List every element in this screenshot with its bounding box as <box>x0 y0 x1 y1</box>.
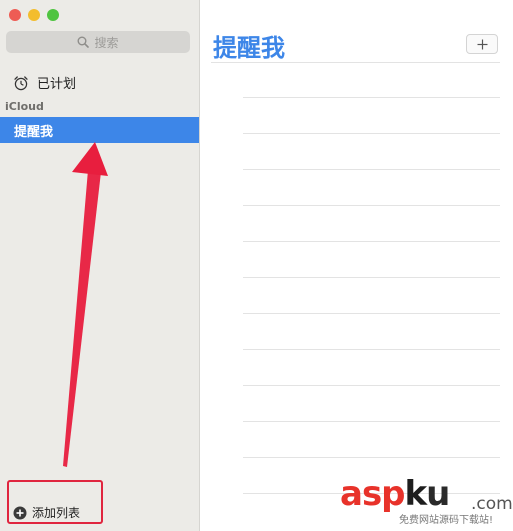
add-list-button[interactable]: 添加列表 <box>13 504 80 521</box>
main-panel: 提醒我 <box>200 0 513 531</box>
zoom-window-button[interactable] <box>47 9 59 21</box>
add-list-highlight-box: 添加列表 <box>7 480 103 524</box>
reminders-window: 搜索 已计划 iCloud 提醒我 添加列表 提醒我 aspku .com 免费… <box>0 0 513 531</box>
section-header-icloud: iCloud <box>5 100 44 113</box>
reminder-row-separator <box>243 457 500 458</box>
sidebar-item-scheduled[interactable]: 已计划 <box>13 73 76 92</box>
list-title: 提醒我 <box>213 34 285 62</box>
alarm-clock-icon <box>13 75 29 91</box>
sidebar-item-reminders[interactable]: 提醒我 <box>0 117 199 143</box>
aspku-watermark-logo: aspku .com 免费网站源码下载站! <box>340 474 513 531</box>
watermark-tagline: 免费网站源码下载站! <box>399 515 494 526</box>
search-icon <box>77 36 90 48</box>
sidebar-item-label: 已计划 <box>37 77 77 92</box>
add-reminder-button[interactable] <box>466 34 498 54</box>
reminder-row-separator <box>243 97 500 98</box>
reminder-row-separator <box>243 133 500 134</box>
reminder-row-separator <box>243 169 500 170</box>
plus-icon <box>477 39 488 50</box>
reminder-row-separator <box>243 385 500 386</box>
watermark-brand: aspku <box>340 474 450 514</box>
reminder-row-separator <box>243 205 500 206</box>
sidebar-item-label: 提醒我 <box>14 124 54 140</box>
watermark-dotcom: .com <box>471 494 513 514</box>
plus-circle-icon <box>13 506 27 520</box>
reminder-row-separator <box>243 277 500 278</box>
add-list-label: 添加列表 <box>32 506 81 520</box>
close-window-button[interactable] <box>9 9 21 21</box>
sidebar: 搜索 已计划 iCloud 提醒我 添加列表 <box>0 0 200 531</box>
search-placeholder: 搜索 <box>94 35 119 50</box>
reminder-row-separator <box>243 313 500 314</box>
minimize-window-button[interactable] <box>28 9 40 21</box>
reminder-row-separator <box>243 241 500 242</box>
reminder-row-separator <box>211 62 500 63</box>
reminder-row-separator <box>243 349 500 350</box>
search-input[interactable]: 搜索 <box>6 31 190 53</box>
window-controls <box>9 9 59 21</box>
reminder-row-separator <box>243 421 500 422</box>
